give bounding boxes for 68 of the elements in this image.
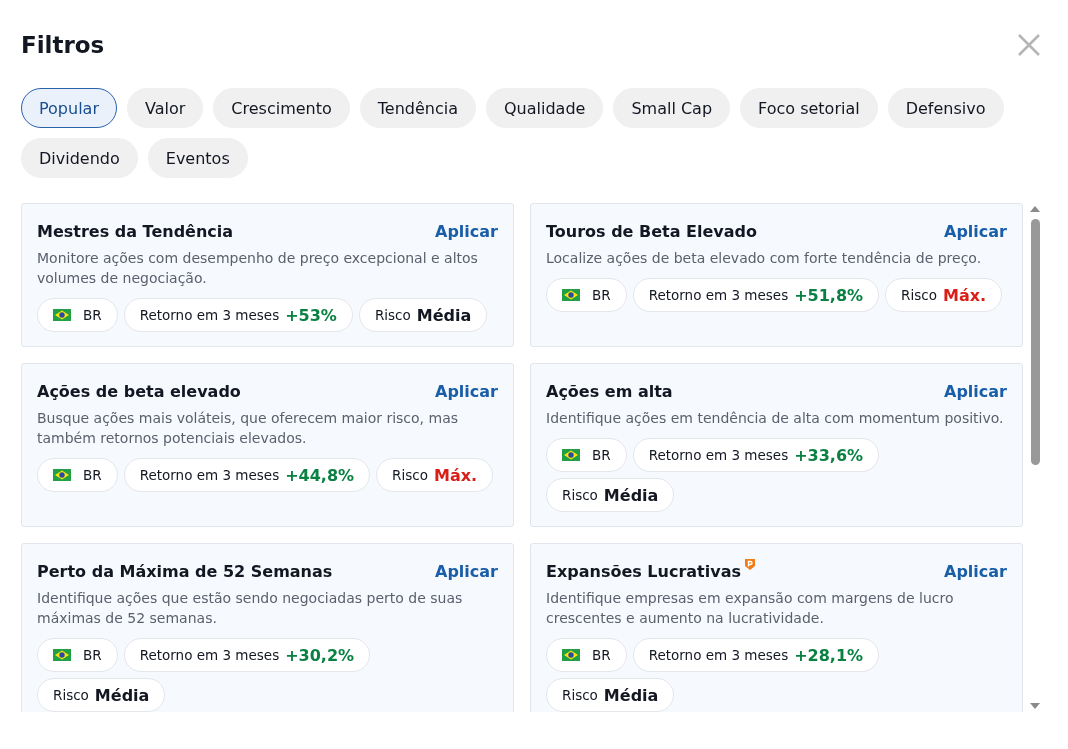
brazil-flag-icon [562,649,580,661]
filter-tab[interactable]: Popular [21,88,117,128]
risk-label: Risco [562,487,598,503]
return-value: +28,1% [794,645,864,665]
apply-link[interactable]: Aplicar [944,560,1007,584]
filter-tab[interactable]: Dividendo [21,138,138,178]
market-code: BR [592,287,611,303]
return-value: +51,8% [794,285,864,305]
return-value: +53% [285,305,337,325]
card-title: Mestres da Tendência [37,221,234,243]
brazil-flag-icon [562,289,580,301]
card-description: Monitore ações com desempenho de preço excepcional e altos volumes de negociação. [37,249,479,288]
card-description: Identifique ações em tendência de alta com momentum positivo. [546,409,1005,428]
risk-label: Risco [562,687,598,703]
risk-value: Média [94,685,150,705]
risk-label: Risco [901,287,937,303]
risk-label: Risco [53,687,89,703]
brazil-flag-icon [53,469,71,481]
risk-value: Média [603,485,659,505]
market-code: BR [592,447,611,463]
filter-tab[interactable]: Defensivo [887,88,1004,128]
return-label: Retorno em 3 meses [139,307,280,323]
card-title: Expansões Lucrativas [546,561,741,583]
filter-tab[interactable]: Small Cap [613,88,731,128]
card-description: Busque ações mais voláteis, que oferecem maior risco, mas também retornos potenciais elevados. [37,409,460,448]
filter-tab[interactable]: Valor [127,88,204,128]
card-title: Touros de Beta Elevado [546,221,758,243]
risk-value: Média [603,685,659,705]
risk-value: Média [416,305,472,325]
dialog-title: Filtros [21,32,105,58]
card-description: Identifique ações que estão sendo negociadas perto de suas máximas de 52 semanas. [37,589,464,628]
apply-link[interactable]: Aplicar [435,560,498,584]
brazil-flag-icon [53,649,71,661]
market-code: BR [83,307,102,323]
risk-label: Risco [374,307,411,323]
filter-tab[interactable]: Foco setorial [740,88,878,128]
risk-label: Risco [392,467,428,483]
market-code: BR [592,647,611,663]
card-description: Identifique empresas em expansão com margens de lucro crescentes e aumento na lucratividade. [546,589,955,628]
apply-link[interactable]: Aplicar [435,380,498,404]
return-label: Retorno em 3 meses [139,647,280,663]
apply-link[interactable]: Aplicar [944,380,1007,404]
return-value: +33,6% [794,445,864,465]
filter-tab[interactable]: Tendência [359,88,476,128]
return-value: +44,8% [285,465,355,485]
filter-tab[interactable]: Qualidade [486,88,604,128]
market-code: BR [83,467,102,483]
close-icon[interactable] [1017,33,1041,57]
risk-value: Máx. [942,285,987,305]
return-label: Retorno em 3 meses [648,287,789,303]
scroll-up-icon[interactable] [1029,205,1041,213]
return-label: Retorno em 3 meses [648,647,789,663]
card-title: Perto da Máxima de 52 Semanas [37,561,333,583]
return-value: +30,2% [285,645,355,665]
brazil-flag-icon [562,449,580,461]
risk-value: Máx. [433,465,478,485]
filter-tab[interactable]: Crescimento [213,88,350,128]
return-label: Retorno em 3 meses [648,447,789,463]
card-title: Ações de beta elevado [37,381,241,403]
market-code: BR [83,647,102,663]
apply-link[interactable]: Aplicar [944,220,1007,244]
filter-tab[interactable]: Eventos [147,138,248,178]
card-description: Localize ações de beta elevado com forte tendência de preço. [546,249,983,268]
card-title: Ações em alta [546,381,673,403]
scroll-down-icon[interactable] [1029,702,1041,710]
return-label: Retorno em 3 meses [139,467,280,483]
brazil-flag-icon [53,309,71,321]
apply-link[interactable]: Aplicar [435,220,498,244]
